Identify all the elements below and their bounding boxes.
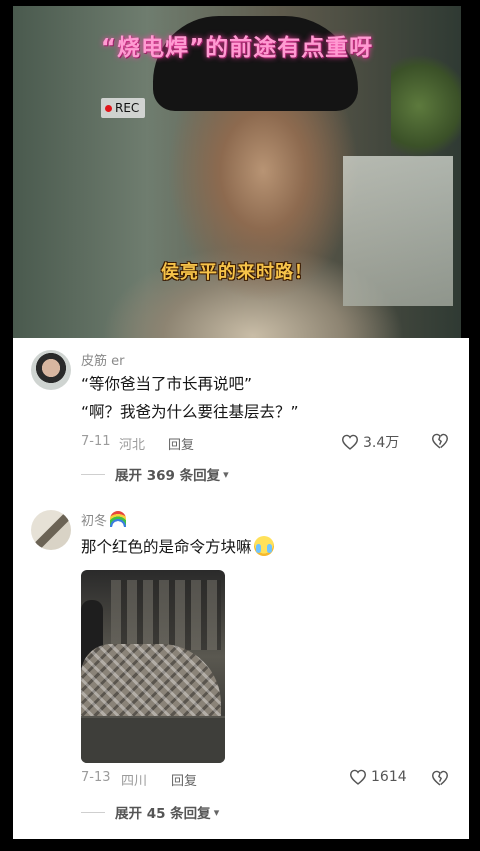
divider-line bbox=[81, 811, 105, 813]
broken-heart-icon bbox=[431, 433, 449, 449]
broken-heart-icon bbox=[431, 770, 449, 786]
comment-username[interactable]: 皮筋 er bbox=[81, 350, 124, 369]
heart-outline-icon bbox=[349, 769, 367, 785]
rec-badge: REC bbox=[101, 98, 146, 118]
comment-text-line-1: “等你爸当了市长再说吧” bbox=[81, 375, 253, 393]
comment-text-line-2: “啊？我爸为什么要往基层去？” bbox=[81, 403, 299, 421]
video-player[interactable]: “烧电焊”的前途有点重呀 REC 侯亮平的来时路！ bbox=[13, 6, 461, 338]
rec-label: REC bbox=[115, 101, 140, 115]
heart-outline-icon bbox=[341, 434, 359, 450]
comment-date: 7-13 bbox=[81, 770, 111, 785]
like-count: 1614 bbox=[371, 769, 407, 785]
expand-replies-label: 展开 369 条回复 bbox=[115, 468, 221, 484]
comment-panel: 皮筋 er “等你爸当了市长再说吧” “啊？我爸为什么要往基层去？” 7-11 … bbox=[13, 338, 469, 839]
like-count: 3.4万 bbox=[363, 435, 400, 451]
video-subtitle: 侯亮平的来时路！ bbox=[161, 262, 313, 283]
like-button[interactable]: 1614 bbox=[349, 769, 407, 785]
crying-emoji-icon bbox=[253, 536, 274, 556]
comment-date: 7-11 bbox=[81, 434, 111, 449]
divider-line bbox=[81, 473, 105, 475]
chevron-down-icon: ▾ bbox=[213, 805, 220, 819]
dislike-button[interactable] bbox=[431, 433, 449, 449]
image-floor bbox=[81, 716, 225, 763]
comment-location: 河北 bbox=[119, 438, 146, 453]
record-dot-icon bbox=[105, 104, 112, 112]
rainbow-emoji-icon bbox=[110, 511, 127, 527]
like-button[interactable]: 3.4万 bbox=[341, 432, 399, 452]
image-plaid-shirt bbox=[81, 644, 221, 719]
comment-username: 初冬 bbox=[81, 514, 108, 529]
reply-button[interactable]: 回复 bbox=[168, 434, 194, 453]
comment-text: 那个红色的是命令方块嘛 bbox=[81, 538, 252, 556]
comment-location: 四川 bbox=[121, 774, 148, 789]
video-title-overlay: “烧电焊”的前途有点重呀 bbox=[100, 35, 374, 61]
comment-image[interactable] bbox=[81, 570, 225, 763]
expand-replies-button[interactable]: 展开 369 条回复 ▾ bbox=[81, 464, 229, 484]
expand-replies-button[interactable]: 展开 45 条回复 ▾ bbox=[81, 802, 219, 822]
avatar[interactable] bbox=[31, 510, 71, 550]
background-plant bbox=[391, 46, 461, 166]
dislike-button[interactable] bbox=[431, 770, 449, 786]
comment-username-wrap[interactable]: 初冬 bbox=[81, 510, 127, 529]
comment-text-wrap: 那个红色的是命令方块嘛 bbox=[81, 534, 274, 561]
expand-replies-label: 展开 45 条回复 bbox=[115, 806, 211, 822]
avatar[interactable] bbox=[31, 350, 71, 390]
reply-button[interactable]: 回复 bbox=[171, 770, 197, 789]
chevron-down-icon: ▾ bbox=[223, 467, 229, 481]
image-shelf bbox=[111, 580, 221, 650]
